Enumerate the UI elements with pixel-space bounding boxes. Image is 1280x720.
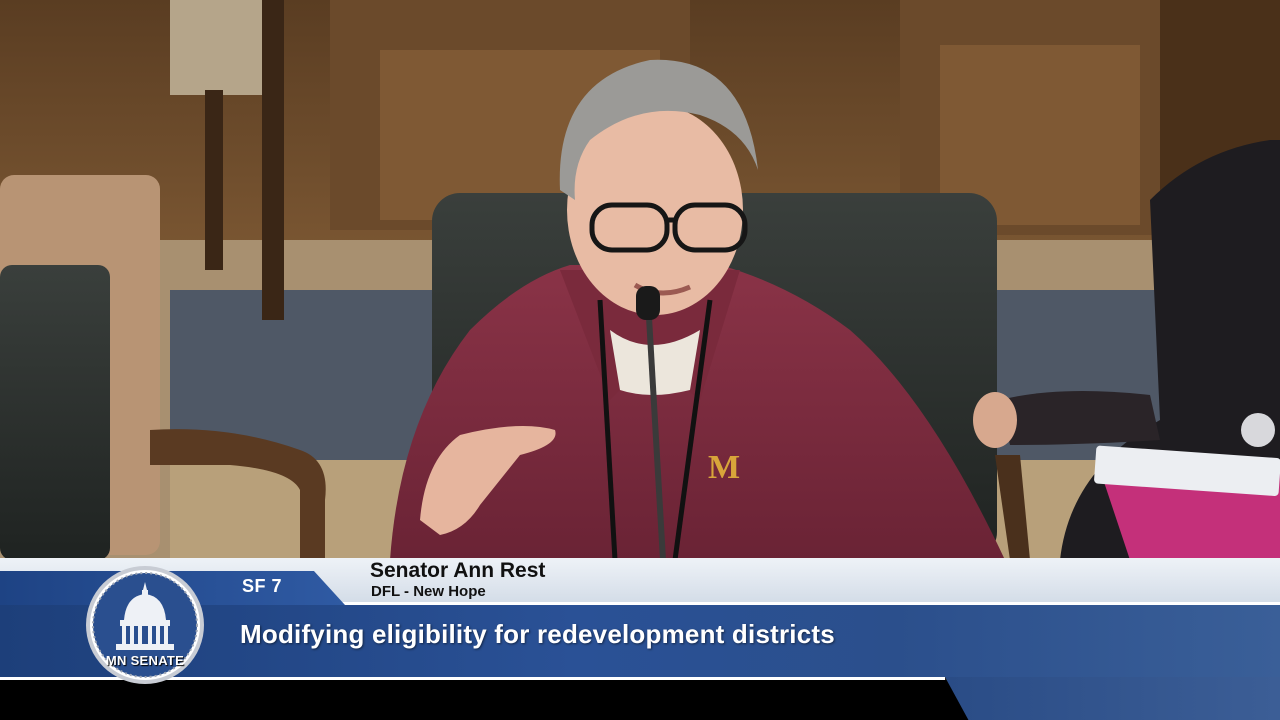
microphone-head [636,286,660,320]
speaker-name: Senator Ann Rest [370,559,546,582]
lower-third-banner: SF 7 Senator Ann Rest DFL - New Hope Mod… [0,558,1280,720]
person-right-hand [973,392,1017,448]
pendant [1241,413,1275,447]
chair-left [0,265,110,560]
sweater-logo: M [708,449,740,486]
bill-number: SF 7 [242,576,283,596]
bill-topic: Modifying eligibility for redevelopment … [240,619,835,649]
speaker-party: DFL - New Hope [371,583,486,600]
corner-accent [945,677,1280,720]
mn-senate-logo-text: MN SENATE [105,653,185,668]
